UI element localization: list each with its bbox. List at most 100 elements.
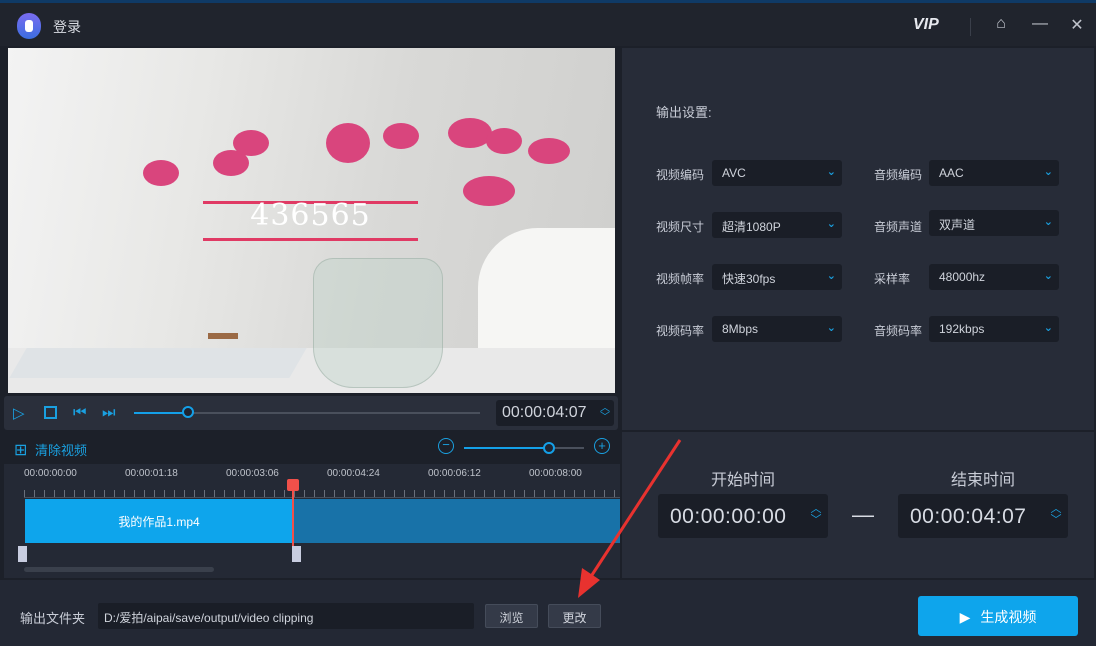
tick-label: 00:00:08:00 — [529, 468, 582, 479]
video-bitrate-select[interactable]: 8Mbps ⌄ — [712, 316, 842, 342]
seek-fill — [134, 412, 188, 414]
tulip — [383, 123, 419, 149]
chevron-down-icon: ⌄ — [826, 322, 836, 334]
output-settings-panel: 输出设置: 视频编码 AVC ⌄ 视频尺寸 超清1080P ⌄ 视频帧率 快速30f… — [622, 48, 1094, 430]
video-size-label: 视频尺寸 — [656, 220, 705, 234]
video-bitrate-value: 8Mbps — [722, 322, 759, 336]
start-time-field[interactable]: 00:00:00:00 ︿ ﹀ — [658, 494, 828, 538]
divider — [970, 18, 971, 36]
change-button[interactable]: 更改 — [548, 604, 601, 628]
end-time-label: 结束时间 — [950, 472, 1015, 489]
tulip — [528, 138, 570, 164]
zoom-slider[interactable] — [464, 442, 584, 454]
audio-channel-label: 音频声道 — [874, 220, 923, 234]
frame-rate-label: 视频帧率 — [656, 272, 705, 286]
next-frame-icon[interactable]: ⏭ — [102, 404, 116, 421]
stop-icon[interactable] — [44, 406, 57, 419]
audio-channel-value: 双声道 — [939, 218, 976, 232]
timeline[interactable]: 00:00:00:00 00:00:01:18 00:00:03:06 00:0… — [4, 464, 620, 578]
range-dash: — — [852, 502, 874, 527]
video-codec-value: AVC — [722, 166, 746, 180]
generate-video-label: 生成视频 — [980, 609, 1037, 625]
sample-rate-label: 采样率 — [874, 272, 911, 286]
zoom-out-icon[interactable]: − — [438, 438, 454, 454]
tulip — [463, 176, 515, 206]
time-ruler — [24, 484, 620, 498]
audio-bitrate-label: 音频码率 — [874, 324, 923, 338]
title-bar: 登录 VIP ⌂ — ✕ — [0, 0, 1096, 46]
tick-label: 00:00:04:24 — [327, 468, 380, 479]
output-bar: 输出文件夹 D:/爱拍/aipai/save/output/video clip… — [0, 580, 1096, 646]
chevron-down-icon: ⌄ — [826, 218, 836, 230]
player-controls: ▷ ⏮ ⏭ 00:00:04:07 ︿ ﹀ — [4, 396, 618, 430]
previous-frame-icon[interactable]: ⏮ — [73, 404, 87, 421]
sample-rate-value: 48000hz — [939, 270, 986, 284]
video-size-select[interactable]: 超清1080P ⌄ — [712, 212, 842, 238]
current-time: 00:00:04:07 — [502, 404, 587, 421]
tulip — [326, 123, 370, 163]
trim-start-handle[interactable] — [18, 546, 27, 562]
trim-end-handle[interactable] — [292, 546, 301, 562]
tick-label: 00:00:06:12 — [428, 468, 481, 479]
tulip — [486, 128, 522, 154]
seek-slider[interactable] — [134, 406, 480, 418]
video-clip[interactable]: 我的作品1.mp4 — [25, 499, 620, 543]
browse-button[interactable]: 浏览 — [485, 604, 538, 628]
audio-bitrate-select[interactable]: 192kbps ⌄ — [929, 316, 1059, 342]
video-codec-label: 视频编码 — [656, 168, 705, 182]
book-shape — [9, 348, 307, 378]
home-icon[interactable]: ⌂ — [991, 15, 1011, 33]
chevron-down-icon: ⌄ — [1043, 270, 1053, 282]
tick-label: 00:00:00:00 — [24, 468, 77, 479]
start-time-label: 开始时间 — [710, 472, 775, 489]
chevron-down-icon: ⌄ — [826, 270, 836, 282]
zoom-in-icon[interactable]: + — [594, 438, 610, 454]
close-icon[interactable]: ✕ — [1067, 15, 1087, 35]
video-preview: 436565 — [8, 48, 615, 393]
audio-codec-label: 音频编码 — [874, 168, 923, 182]
minimize-icon[interactable]: — — [1030, 15, 1050, 33]
frame-rate-value: 快速30fps — [722, 272, 776, 286]
audio-bitrate-value: 192kbps — [939, 322, 985, 336]
vip-button[interactable]: VIP — [913, 16, 939, 34]
clear-video-label: 清除视频 — [35, 443, 88, 458]
deer-figure — [208, 333, 238, 353]
generate-video-button[interactable]: ▶ 生成视频 — [918, 596, 1078, 636]
zoom-handle[interactable] — [543, 442, 555, 454]
trash-icon: ⊞ — [14, 442, 28, 459]
start-time-spinner[interactable]: ︿ ﹀ — [811, 504, 823, 526]
video-bitrate-label: 视频码率 — [656, 324, 705, 338]
watermark-text: 436565 — [250, 198, 371, 233]
chevron-down-icon: ⌄ — [1043, 166, 1053, 178]
zoom-fill — [464, 447, 548, 449]
time-spinner[interactable]: ︿ ﹀ — [600, 404, 610, 423]
play-icon: ▶ — [959, 609, 971, 625]
tulip — [143, 160, 179, 186]
end-time-value: 00:00:04:07 — [910, 505, 1027, 528]
sample-rate-select[interactable]: 48000hz ⌄ — [929, 264, 1059, 290]
login-link[interactable]: 登录 — [53, 17, 81, 37]
play-icon[interactable]: ▷ — [13, 404, 25, 422]
current-time-field[interactable]: 00:00:04:07 ︿ ﹀ — [496, 400, 614, 426]
chevron-down-icon: ⌄ — [826, 166, 836, 178]
output-path-input[interactable]: D:/爱拍/aipai/save/output/video clipping — [98, 603, 474, 629]
audio-codec-value: AAC — [939, 166, 964, 180]
video-size-value: 超清1080P — [722, 220, 781, 234]
video-codec-select[interactable]: AVC ⌄ — [712, 160, 842, 186]
seek-handle[interactable] — [182, 406, 194, 418]
chevron-down-icon: ⌄ — [1043, 216, 1053, 228]
trim-time-panel: 开始时间 00:00:00:00 ︿ ﹀ — 结束时间 00:00:04:07 ︿… — [622, 432, 1094, 578]
timeline-scrollbar[interactable] — [24, 567, 214, 572]
watermark-line — [203, 238, 418, 241]
app-logo-icon — [17, 13, 41, 39]
audio-channel-select[interactable]: 双声道 ⌄ — [929, 210, 1059, 236]
vase-shape — [313, 258, 443, 388]
clip-name: 我的作品1.mp4 — [25, 499, 293, 543]
start-time-value: 00:00:00:00 — [670, 505, 787, 528]
clear-video-button[interactable]: ⊞ 清除视频 — [14, 440, 87, 460]
end-time-spinner[interactable]: ︿ ﹀ — [1051, 504, 1063, 526]
frame-rate-select[interactable]: 快速30fps ⌄ — [712, 264, 842, 290]
end-time-field[interactable]: 00:00:04:07 ︿ ﹀ — [898, 494, 1068, 538]
tulip — [233, 130, 269, 156]
audio-codec-select[interactable]: AAC ⌄ — [929, 160, 1059, 186]
